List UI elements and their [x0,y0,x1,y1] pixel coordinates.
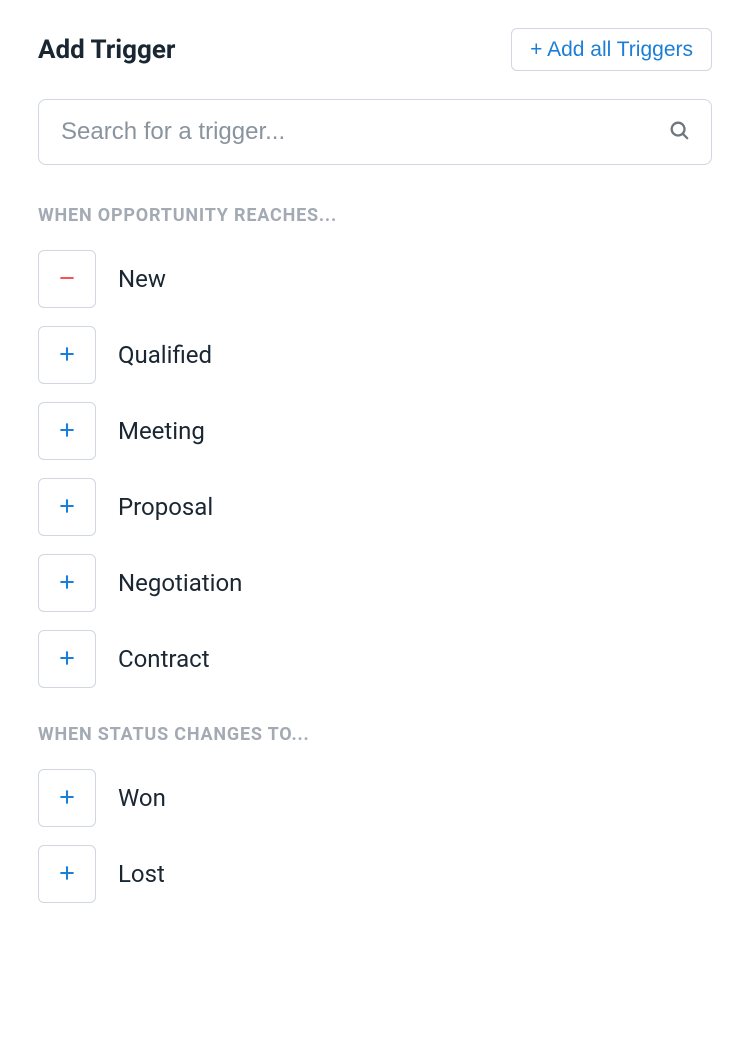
plus-icon [57,344,77,367]
trigger-label: Contract [118,645,210,673]
header: Add Trigger + Add all Triggers [38,28,712,71]
trigger-label: Proposal [118,493,213,521]
add-trigger-button[interactable] [38,402,96,460]
plus-icon [57,787,77,810]
add-trigger-button[interactable] [38,630,96,688]
trigger-item-proposal: Proposal [38,478,712,536]
remove-trigger-button[interactable] [38,250,96,308]
trigger-item-qualified: Qualified [38,326,712,384]
add-trigger-button[interactable] [38,554,96,612]
add-trigger-button[interactable] [38,845,96,903]
trigger-list-status: Won Lost [38,769,712,903]
trigger-label: Qualified [118,341,212,369]
trigger-label: New [118,265,166,293]
plus-icon [57,572,77,595]
trigger-label: Meeting [118,417,205,445]
add-trigger-button[interactable] [38,769,96,827]
plus-icon [57,648,77,671]
plus-icon [57,863,77,886]
trigger-item-won: Won [38,769,712,827]
trigger-item-contract: Contract [38,630,712,688]
search-input[interactable] [38,99,712,165]
trigger-item-lost: Lost [38,845,712,903]
add-all-triggers-button[interactable]: + Add all Triggers [511,28,712,71]
minus-icon [57,268,77,291]
trigger-label: Negotiation [118,569,242,597]
plus-icon [57,420,77,443]
trigger-item-new: New [38,250,712,308]
trigger-item-negotiation: Negotiation [38,554,712,612]
plus-icon [57,496,77,519]
search-wrapper [38,99,712,165]
trigger-label: Lost [118,860,165,888]
trigger-list-opportunity: New Qualified Meeting Proposal [38,250,712,688]
add-trigger-button[interactable] [38,478,96,536]
section-header-status: When Status Changes To... [38,724,712,745]
page-title: Add Trigger [38,35,175,65]
add-trigger-button[interactable] [38,326,96,384]
trigger-item-meeting: Meeting [38,402,712,460]
trigger-label: Won [118,784,166,812]
section-header-opportunity: When Opportunity Reaches... [38,205,712,226]
